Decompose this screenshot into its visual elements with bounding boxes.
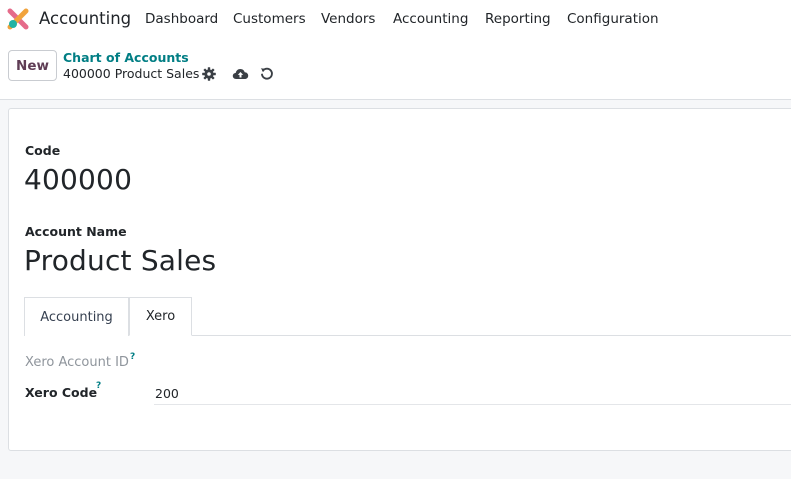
xero-code-help-icon[interactable]: ? <box>96 381 101 391</box>
menu-vendors[interactable]: Vendors <box>321 11 375 27</box>
xero-code-field[interactable]: 200 <box>155 386 179 401</box>
menu-accounting[interactable]: Accounting <box>393 11 468 27</box>
xero-code-underline <box>154 404 791 405</box>
menu-configuration[interactable]: Configuration <box>567 11 659 27</box>
account-name-field[interactable]: Product Sales <box>24 244 216 277</box>
new-button[interactable]: New <box>8 50 57 81</box>
account-name-label: Account Name <box>25 224 127 239</box>
xero-account-id-help-icon[interactable]: ? <box>130 352 135 362</box>
app-name[interactable]: Accounting <box>39 9 131 28</box>
menu-dashboard[interactable]: Dashboard <box>145 11 218 27</box>
gear-icon[interactable] <box>201 66 217 82</box>
top-navbar: Accounting Dashboard Customers Vendors A… <box>0 0 791 38</box>
xero-code-label: Xero Code <box>25 385 98 400</box>
cloud-upload-icon[interactable] <box>232 66 249 82</box>
control-panel: New Chart of Accounts 400000 Product Sal… <box>0 38 791 100</box>
menu-customers[interactable]: Customers <box>233 11 306 27</box>
tab-accounting[interactable]: Accounting <box>24 297 129 336</box>
tab-xero[interactable]: Xero <box>129 297 192 336</box>
breadcrumb-current-record: 400000 Product Sales <box>63 66 200 81</box>
app-logo-icon[interactable] <box>7 8 29 30</box>
xero-account-id-label: Xero Account ID <box>25 355 129 370</box>
code-field[interactable]: 400000 <box>24 163 132 196</box>
discard-icon[interactable] <box>259 66 275 82</box>
menu-reporting[interactable]: Reporting <box>485 11 551 27</box>
form-sheet: Code 400000 Account Name Product Sales A… <box>8 108 791 451</box>
code-label: Code <box>25 143 61 158</box>
breadcrumb-chart-of-accounts[interactable]: Chart of Accounts <box>63 50 189 65</box>
